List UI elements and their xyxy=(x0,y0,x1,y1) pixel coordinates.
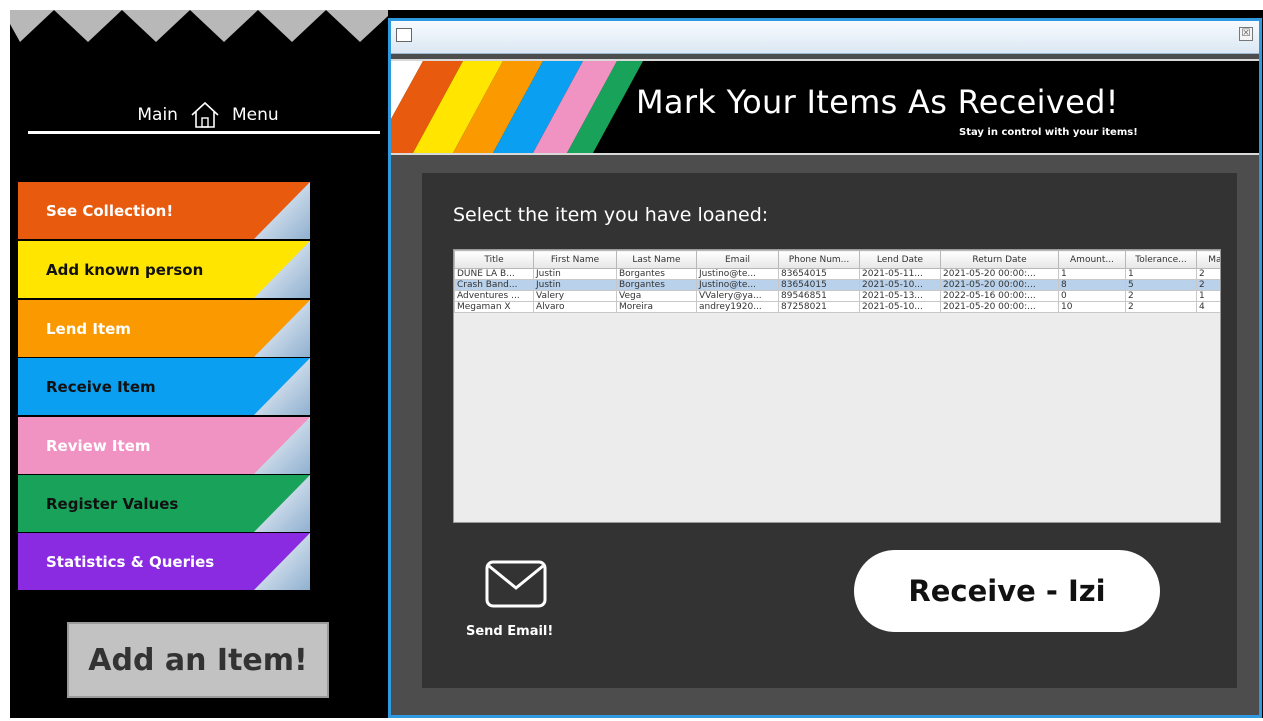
corner-fold-decoration xyxy=(254,475,310,532)
banner-subtitle: Stay in control with your items! xyxy=(959,127,1138,138)
table-cell: 2021-05-13... xyxy=(859,290,941,302)
table-cell: 2 xyxy=(1196,279,1220,291)
sidebar-item-label: Review Item xyxy=(46,436,151,455)
sidebar-item-label: See Collection! xyxy=(46,201,174,220)
table-cell: 1 xyxy=(1058,268,1126,280)
sidebar: Main Menu See Collection! Add known perso… xyxy=(10,10,388,718)
sidebar-item-label: Receive Item xyxy=(46,377,156,396)
rainbow-stripes-decoration xyxy=(391,61,643,153)
send-email-button[interactable] xyxy=(484,559,548,609)
loan-table[interactable]: Title First Name Last Name Email Phone Num..… xyxy=(453,249,1221,523)
home-icon xyxy=(191,101,219,128)
corner-fold-decoration xyxy=(254,533,310,590)
zigzag-decoration xyxy=(10,10,388,58)
corner-fold-decoration xyxy=(254,241,310,298)
table-cell: andrey1920... xyxy=(696,301,779,313)
content-panel: Select the item you have loaned: Title Fi… xyxy=(422,173,1237,688)
table-cell: 0 xyxy=(1058,290,1126,302)
column-header[interactable]: Phone Num... xyxy=(778,250,860,269)
table-cell: 2 xyxy=(1196,268,1220,280)
main-menu-divider xyxy=(28,131,380,134)
select-item-label: Select the item you have loaned: xyxy=(453,204,769,226)
sidebar-item-6[interactable]: Statistics & Queries xyxy=(18,533,310,590)
table-cell: 2021-05-20 00:00:... xyxy=(940,268,1059,280)
table-cell: Valery xyxy=(533,290,617,302)
table-cell: Justino@te... xyxy=(696,268,779,280)
table-cell: Justino@te... xyxy=(696,279,779,291)
main-menu-label-right: Menu xyxy=(231,105,279,125)
send-email-label: Send Email! xyxy=(466,624,554,639)
column-header[interactable]: Amount... xyxy=(1058,250,1126,269)
table-cell: 1 xyxy=(1125,268,1197,280)
column-header[interactable]: Email xyxy=(696,250,779,269)
column-header[interactable]: Return Date xyxy=(940,250,1059,269)
table-cell: DUNE LA B... xyxy=(454,268,534,280)
table-cell: 4 xyxy=(1196,301,1220,313)
column-header[interactable]: Max Toler... xyxy=(1196,250,1220,269)
table-cell: 2021-05-10... xyxy=(859,301,941,313)
table-cell: Megaman X xyxy=(454,301,534,313)
sidebar-item-label: Add known person xyxy=(46,260,204,279)
sidebar-item-5[interactable]: Register Values xyxy=(18,475,310,532)
sidebar-item-label: Register Values xyxy=(46,494,179,513)
table-row[interactable]: Crash Band... Justin Borgantes Justino@te..… xyxy=(454,279,1220,291)
table-cell: Justin xyxy=(533,279,617,291)
table-cell: Justin xyxy=(533,268,617,280)
table-cell: Alvaro xyxy=(533,301,617,313)
table-cell: 1 xyxy=(1196,290,1220,302)
column-header[interactable]: First Name xyxy=(533,250,617,269)
table-cell: Vega xyxy=(616,290,697,302)
table-cell: 2 xyxy=(1125,290,1197,302)
table-cell: 87258021 xyxy=(778,301,860,313)
add-item-button[interactable]: Add an Item! xyxy=(67,622,329,698)
table-body: DUNE LA B... Justin Borgantes Justino@te...… xyxy=(454,268,1220,313)
corner-fold-decoration xyxy=(254,358,310,415)
table-cell: 2021-05-20 00:00:... xyxy=(940,301,1059,313)
window-title-bar[interactable]: ☒ xyxy=(391,21,1259,54)
table-cell: 5 xyxy=(1125,279,1197,291)
table-cell: VValery@ya... xyxy=(696,290,779,302)
close-icon[interactable]: ☒ xyxy=(1239,27,1253,41)
banner-title: Mark Your Items As Received! xyxy=(636,83,1119,121)
table-cell: Borgantes xyxy=(616,279,697,291)
corner-fold-decoration xyxy=(254,300,310,357)
sidebar-item-label: Statistics & Queries xyxy=(46,552,215,571)
table-cell: 83654015 xyxy=(778,268,860,280)
banner: Mark Your Items As Received! Stay in con… xyxy=(391,59,1259,155)
table-cell: 10 xyxy=(1058,301,1126,313)
corner-fold-decoration xyxy=(254,182,310,239)
sidebar-item-2[interactable]: Lend Item xyxy=(18,300,310,357)
sidebar-item-label: Lend Item xyxy=(46,319,131,338)
table-cell: 83654015 xyxy=(778,279,860,291)
sidebar-item-4[interactable]: Review Item xyxy=(18,417,310,474)
window-icon xyxy=(396,28,412,42)
receive-button[interactable]: Receive - Izi xyxy=(854,550,1160,632)
table-cell: Moreira xyxy=(616,301,697,313)
main-menu-label-left: Main xyxy=(137,105,178,125)
table-cell: Crash Band... xyxy=(454,279,534,291)
sidebar-item-0[interactable]: See Collection! xyxy=(18,182,310,239)
column-header[interactable]: Tolerance... xyxy=(1125,250,1197,269)
table-cell: 2022-05-16 00:00:... xyxy=(940,290,1059,302)
envelope-icon xyxy=(485,560,547,608)
table-cell: 89546851 xyxy=(778,290,860,302)
table-header-row: Title First Name Last Name Email Phone Num..… xyxy=(454,250,1220,269)
table-cell: Borgantes xyxy=(616,268,697,280)
table-row[interactable]: Megaman X Alvaro Moreira andrey1920... 87258… xyxy=(454,301,1220,313)
table-cell: 2021-05-20 00:00:... xyxy=(940,279,1059,291)
column-header[interactable]: Title xyxy=(454,250,534,269)
table-cell: Adventures ... xyxy=(454,290,534,302)
corner-fold-decoration xyxy=(254,417,310,474)
sidebar-item-1[interactable]: Add known person xyxy=(18,241,310,298)
table-row[interactable]: DUNE LA B... Justin Borgantes Justino@te...… xyxy=(454,268,1220,280)
internal-window: ☒ Mark Your Items As Received! Stay in c… xyxy=(388,18,1262,718)
column-header[interactable]: Lend Date xyxy=(859,250,941,269)
table-cell: 2 xyxy=(1125,301,1197,313)
table-cell: 2021-05-10... xyxy=(859,279,941,291)
table-cell: 8 xyxy=(1058,279,1126,291)
column-header[interactable]: Last Name xyxy=(616,250,697,269)
sidebar-item-3[interactable]: Receive Item xyxy=(18,358,310,415)
table-cell: 2021-05-11... xyxy=(859,268,941,280)
table-row[interactable]: Adventures ... Valery Vega VValery@ya... 895… xyxy=(454,290,1220,302)
